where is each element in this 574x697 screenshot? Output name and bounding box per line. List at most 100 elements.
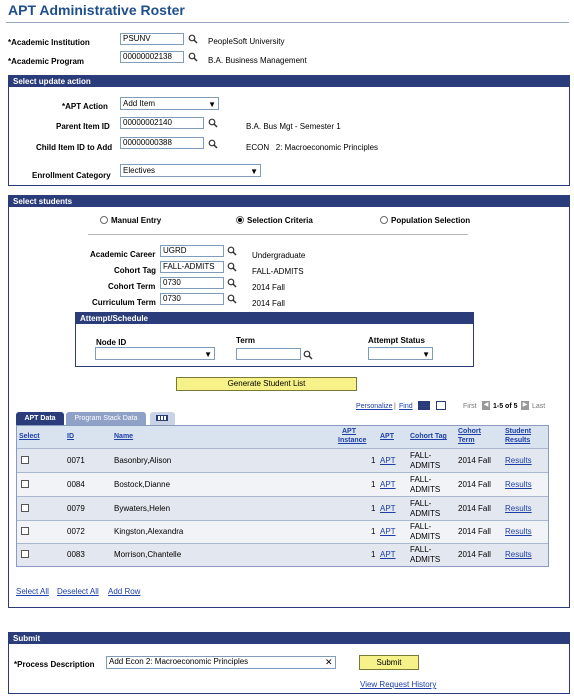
row-name: Bostock,Dianne: [114, 480, 171, 489]
row-apt-link[interactable]: APT: [380, 527, 396, 536]
row-select-checkbox[interactable]: [21, 504, 29, 512]
tab-apt-data[interactable]: APT Data: [16, 412, 64, 425]
child-item-input[interactable]: 00000000388: [120, 137, 204, 149]
zoom-icon[interactable]: [436, 401, 446, 410]
next-icon[interactable]: ▶: [521, 401, 529, 410]
chevron-down-icon: ▼: [208, 100, 216, 109]
search-icon[interactable]: [208, 139, 218, 149]
chevron-down-icon: ▼: [250, 167, 258, 176]
row-select-checkbox[interactable]: [21, 480, 29, 488]
submit-button[interactable]: Submit: [359, 655, 419, 670]
row-apt-link[interactable]: APT: [380, 456, 396, 465]
search-icon[interactable]: [227, 278, 237, 288]
row-results-link[interactable]: Results: [505, 550, 532, 559]
search-icon[interactable]: [227, 262, 237, 272]
row-apt-link[interactable]: APT: [380, 480, 396, 489]
row-name: Basonbry,Alison: [114, 456, 172, 465]
row-id: 0084: [67, 480, 85, 489]
column-cohort-term-line1[interactable]: Cohort: [458, 428, 481, 435]
row-select-checkbox[interactable]: [21, 550, 29, 558]
last-label[interactable]: Last: [532, 403, 545, 410]
clear-icon[interactable]: ✕: [325, 657, 333, 668]
download-icon[interactable]: [418, 401, 430, 410]
search-icon[interactable]: [303, 350, 313, 360]
chevron-down-icon: ▼: [422, 350, 430, 359]
row-select-checkbox[interactable]: [21, 527, 29, 535]
row-cohort-tag-line2: ADMITS: [410, 509, 441, 518]
column-name[interactable]: Name: [114, 433, 133, 440]
select-all-link[interactable]: Select All: [16, 587, 49, 596]
apt-action-value: Add Item: [123, 99, 156, 108]
column-apt[interactable]: APT: [380, 433, 394, 440]
population-selection-radio[interactable]: [380, 216, 388, 224]
process-description-value: Add Econ 2: Macroeconomic Principles: [109, 657, 249, 666]
program-desc: B.A. Business Management: [208, 56, 307, 65]
term-input[interactable]: [236, 348, 301, 360]
attempt-status-select[interactable]: ▼: [368, 347, 433, 360]
row-name: Kingston,Alexandra: [114, 527, 184, 536]
row-id: 0071: [67, 456, 85, 465]
search-icon[interactable]: [188, 52, 198, 62]
tab-program-stack-data[interactable]: Program Stack Data: [66, 412, 146, 425]
criteria-divider: [88, 234, 468, 235]
column-cohort-term-line2[interactable]: Term: [458, 437, 475, 444]
child-item-desc: ECON 2: Macroeconomic Principles: [246, 143, 379, 152]
submit-header: Submit: [9, 633, 569, 644]
row-results-link[interactable]: Results: [505, 456, 532, 465]
column-select[interactable]: Select: [19, 433, 40, 440]
row-apt-instance: 1: [371, 456, 376, 465]
row-apt-link[interactable]: APT: [380, 550, 396, 559]
column-apt-instance-line1[interactable]: APT: [342, 428, 356, 435]
cohort-tag-input[interactable]: FALL-ADMITS: [160, 261, 224, 273]
curriculum-term-input[interactable]: 0730: [160, 293, 224, 305]
row-results-link[interactable]: Results: [505, 480, 532, 489]
cohort-tag-label: Cohort Tag: [114, 266, 157, 275]
cohort-term-desc: 2014 Fall: [252, 283, 285, 292]
column-id[interactable]: ID: [67, 433, 74, 440]
row-id: 0083: [67, 550, 85, 559]
search-icon[interactable]: [227, 294, 237, 304]
row-apt-link[interactable]: APT: [380, 504, 396, 513]
row-cohort-term: 2014 Fall: [458, 504, 491, 513]
column-results-line2[interactable]: Results: [505, 437, 530, 444]
row-apt-instance: 1: [371, 504, 376, 513]
row-cohort-term: 2014 Fall: [458, 550, 491, 559]
show-all-columns-icon[interactable]: [150, 412, 175, 425]
first-label[interactable]: First: [463, 403, 477, 410]
cohort-term-input[interactable]: 0730: [160, 277, 224, 289]
previous-icon[interactable]: ◀: [482, 401, 490, 410]
deselect-all-link[interactable]: Deselect All: [57, 587, 99, 596]
node-id-select[interactable]: ▼: [95, 347, 215, 360]
manual-entry-radio[interactable]: [100, 216, 108, 224]
row-name: Morrison,Chantelle: [114, 550, 182, 559]
column-cohort-tag[interactable]: Cohort Tag: [410, 433, 447, 440]
attempt-status-label: Attempt Status: [368, 336, 425, 345]
find-link[interactable]: Find: [399, 403, 413, 410]
row-results-link[interactable]: Results: [505, 504, 532, 513]
academic-career-label: Academic Career: [90, 250, 156, 259]
select-students-header: Select students: [9, 196, 569, 207]
row-select-checkbox[interactable]: [21, 456, 29, 464]
row-apt-instance: 1: [371, 550, 376, 559]
parent-item-input[interactable]: 00000002140: [120, 117, 204, 129]
enrollment-category-select[interactable]: Electives ▼: [120, 164, 261, 177]
program-input[interactable]: 00000002138: [120, 51, 184, 63]
add-row-link[interactable]: Add Row: [108, 587, 140, 596]
column-results-line1[interactable]: Student: [505, 428, 531, 435]
row-cohort-tag-line1: FALL-: [410, 499, 432, 508]
process-description-input[interactable]: Add Econ 2: Macroeconomic Principles: [106, 656, 336, 669]
column-apt-instance-line2[interactable]: Instance: [338, 437, 366, 444]
personalize-link[interactable]: Personalize: [356, 403, 393, 410]
apt-action-label: *APT Action: [62, 102, 108, 111]
apt-action-select[interactable]: Add Item ▼: [120, 97, 219, 110]
academic-career-input[interactable]: UGRD: [160, 245, 224, 257]
search-icon[interactable]: [208, 118, 218, 128]
row-cohort-tag-line1: FALL-: [410, 522, 432, 531]
institution-input[interactable]: PSUNV: [120, 33, 184, 45]
selection-criteria-radio[interactable]: [236, 216, 244, 224]
search-icon[interactable]: [188, 34, 198, 44]
search-icon[interactable]: [227, 246, 237, 256]
generate-student-list-button[interactable]: Generate Student List: [176, 377, 357, 391]
row-results-link[interactable]: Results: [505, 527, 532, 536]
view-request-history-link[interactable]: View Request History: [360, 680, 436, 689]
